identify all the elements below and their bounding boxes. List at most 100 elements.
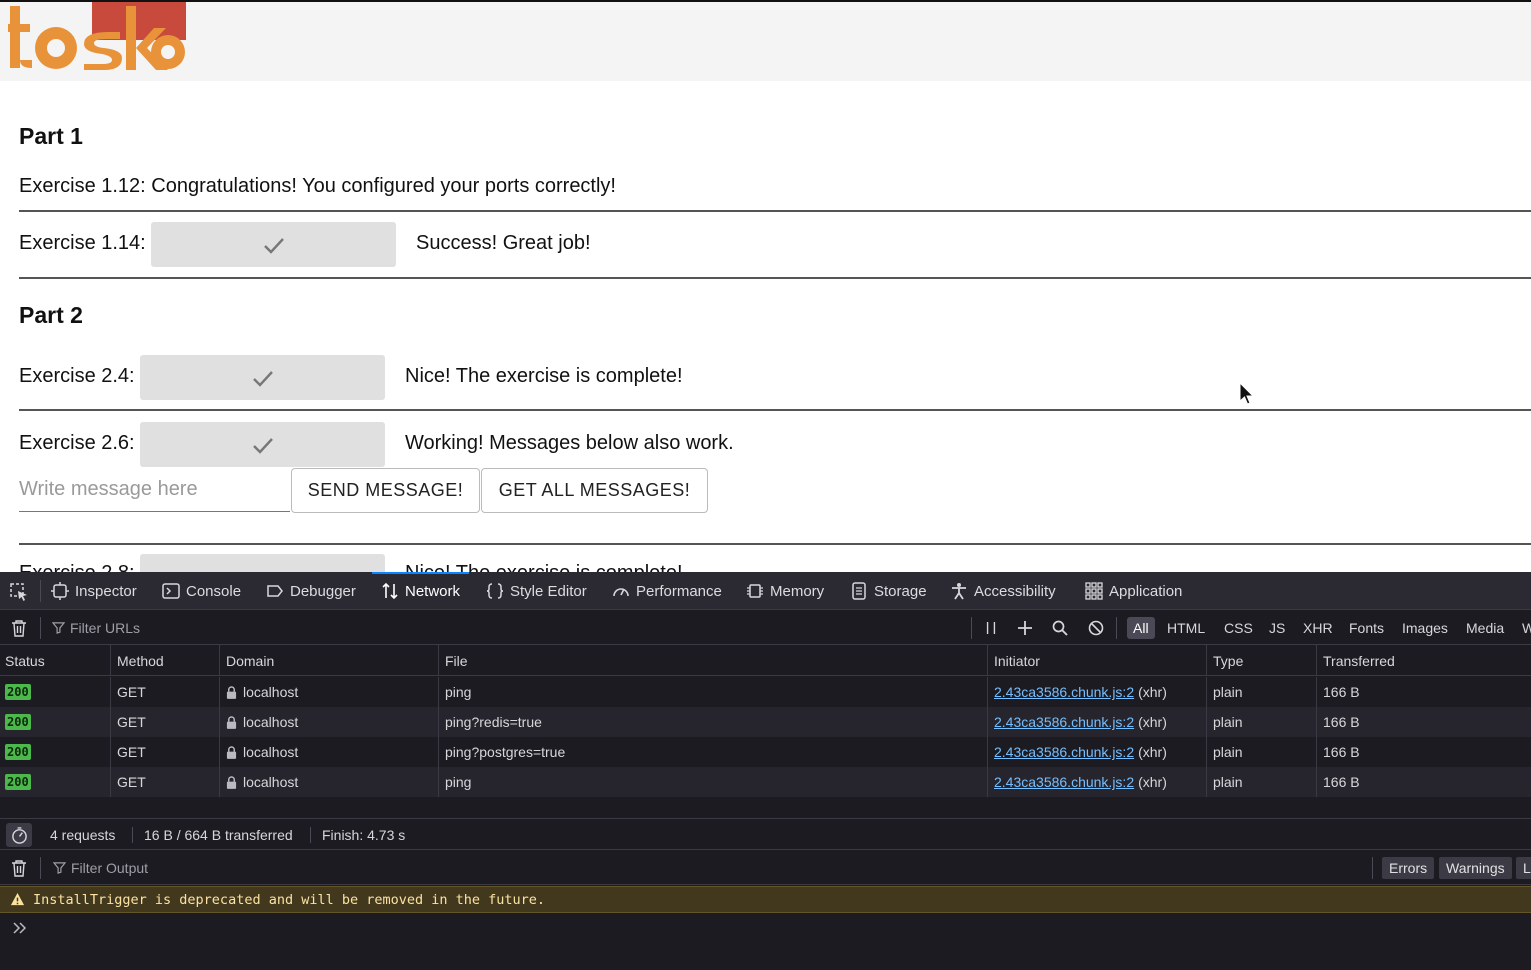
table-row[interactable]: 200 GET localhost ping?redis=true 2.43ca…	[0, 707, 1531, 737]
search-icon[interactable]	[1050, 618, 1070, 638]
storage-icon	[852, 582, 866, 600]
header-bar	[0, 0, 1531, 81]
element-picker-icon[interactable]	[8, 581, 30, 603]
devtools-panel: Inspector Console Debugger Network Style…	[0, 572, 1531, 970]
pause-icon[interactable]	[982, 618, 1000, 638]
status-badge: 200	[5, 714, 31, 730]
exercise-1-12-label: Exercise 1.12: Congratulations! You conf…	[19, 175, 616, 197]
table-row[interactable]: 200 GET localhost ping 2.43ca3586.chunk.…	[0, 767, 1531, 797]
method-cell: GET	[110, 737, 219, 767]
divider	[19, 543, 1531, 545]
filter-fonts[interactable]: Fonts	[1343, 617, 1390, 639]
exercise-2-6-message: Working! Messages below also work.	[405, 432, 734, 454]
file-cell: ping?redis=true	[438, 707, 987, 737]
column-type[interactable]: Type	[1206, 645, 1316, 676]
method-cell: GET	[110, 707, 219, 737]
column-file[interactable]: File	[438, 645, 987, 676]
memory-icon	[747, 584, 763, 598]
filter-ws[interactable]: W	[1516, 617, 1531, 639]
lock-icon	[226, 775, 237, 789]
clear-trash-icon[interactable]	[10, 618, 28, 638]
type-cell: plain	[1206, 677, 1316, 707]
initiator-link[interactable]: 2.43ca3586.chunk.js:2	[994, 714, 1134, 730]
console-prompt-chevron-icon[interactable]	[12, 920, 28, 936]
tab-application[interactable]: Application	[1085, 572, 1182, 610]
column-transferred[interactable]: Transferred	[1316, 645, 1531, 676]
inspector-icon	[51, 582, 69, 600]
file-cell: ping	[438, 677, 987, 707]
table-row[interactable]: 200 GET localhost ping 2.43ca3586.chunk.…	[0, 677, 1531, 707]
file-cell: ping?postgres=true	[438, 737, 987, 767]
initiator-cell: 2.43ca3586.chunk.js:2 (xhr)	[987, 767, 1206, 797]
domain-cell: localhost	[219, 767, 438, 797]
part1-title: Part 1	[19, 123, 83, 149]
tab-console[interactable]: Console	[162, 572, 241, 610]
initiator-link[interactable]: 2.43ca3586.chunk.js:2	[994, 744, 1134, 760]
debugger-icon	[267, 585, 283, 597]
tab-debugger[interactable]: Debugger	[266, 572, 356, 610]
column-method[interactable]: Method	[110, 645, 219, 676]
type-cell: plain	[1206, 767, 1316, 797]
exercise-2-8-check-button[interactable]	[140, 554, 385, 572]
filter-icon	[52, 622, 65, 634]
filter-js[interactable]: JS	[1263, 617, 1291, 639]
transferred-cell: 166 B	[1316, 767, 1531, 797]
filter-all[interactable]: All	[1127, 617, 1155, 639]
message-input[interactable]	[19, 468, 290, 512]
filter-media[interactable]: Media	[1460, 617, 1510, 639]
performance-analysis-icon[interactable]	[6, 823, 32, 847]
errors-filter-button[interactable]: Errors	[1382, 857, 1435, 879]
exercise-2-4-message: Nice! The exercise is complete!	[405, 365, 683, 387]
tab-storage[interactable]: Storage	[850, 572, 927, 610]
initiator-link[interactable]: 2.43ca3586.chunk.js:2	[994, 774, 1134, 790]
block-icon[interactable]	[1086, 618, 1106, 638]
logs-filter-button[interactable]: L	[1516, 857, 1531, 879]
console-toolbar: Filter Output Errors Warnings L	[0, 850, 1531, 885]
table-row[interactable]: 200 GET localhost ping?postgres=true 2.4…	[0, 737, 1531, 767]
type-cell: plain	[1206, 707, 1316, 737]
toska-logo-icon	[8, 2, 186, 70]
exercise-1-14-check-button[interactable]	[151, 222, 396, 267]
exercise-2-4-check-button[interactable]	[140, 355, 385, 400]
lock-icon	[226, 715, 237, 729]
initiator-cell: 2.43ca3586.chunk.js:2 (xhr)	[987, 677, 1206, 707]
filter-html[interactable]: HTML	[1161, 617, 1211, 639]
column-domain[interactable]: Domain	[219, 645, 438, 676]
tab-memory[interactable]: Memory	[746, 572, 824, 610]
status-badge: 200	[5, 744, 31, 760]
add-request-icon[interactable]	[1015, 618, 1035, 638]
requests-count: 4 requests	[50, 827, 116, 843]
filter-urls-input[interactable]: Filter URLs	[52, 610, 952, 645]
tab-performance[interactable]: Performance	[612, 572, 722, 610]
warnings-filter-button[interactable]: Warnings	[1439, 857, 1512, 879]
exercise-1-14-message: Success! Great job!	[416, 232, 591, 254]
exercise-2-8-message: Nice! The exercise is complete!	[405, 562, 683, 572]
transferred-cell: 166 B	[1316, 737, 1531, 767]
lock-icon	[226, 685, 237, 699]
initiator-link[interactable]: 2.43ca3586.chunk.js:2	[994, 684, 1134, 700]
filter-css[interactable]: CSS	[1218, 617, 1259, 639]
send-message-button[interactable]: SEND MESSAGE!	[291, 468, 480, 513]
filter-xhr[interactable]: XHR	[1297, 617, 1339, 639]
get-all-messages-button[interactable]: GET ALL MESSAGES!	[481, 468, 708, 513]
devtools-toolbar: Inspector Console Debugger Network Style…	[0, 572, 1531, 610]
status-badge: 200	[5, 684, 31, 700]
column-initiator[interactable]: Initiator	[987, 645, 1206, 676]
tab-accessibility[interactable]: Accessibility	[950, 572, 1056, 610]
transferred-cell: 166 B	[1316, 707, 1531, 737]
exercise-2-6-check-button[interactable]	[140, 422, 385, 467]
style-editor-icon	[486, 583, 504, 599]
transferred-summary: 16 B / 664 B transferred	[144, 827, 293, 843]
tab-style-editor[interactable]: Style Editor	[486, 572, 587, 610]
tab-inspector[interactable]: Inspector	[51, 572, 137, 610]
transferred-cell: 166 B	[1316, 677, 1531, 707]
column-status[interactable]: Status	[0, 645, 110, 676]
divider	[19, 210, 1531, 212]
web-page: Part 1 Exercise 1.12: Congratulations! Y…	[0, 0, 1531, 572]
type-cell: plain	[1206, 737, 1316, 767]
clear-console-trash-icon[interactable]	[10, 858, 28, 878]
tab-network[interactable]: Network	[371, 572, 470, 610]
filter-images[interactable]: Images	[1396, 617, 1454, 639]
filter-output-input[interactable]: Filter Output	[53, 850, 1353, 885]
divider	[19, 409, 1531, 411]
